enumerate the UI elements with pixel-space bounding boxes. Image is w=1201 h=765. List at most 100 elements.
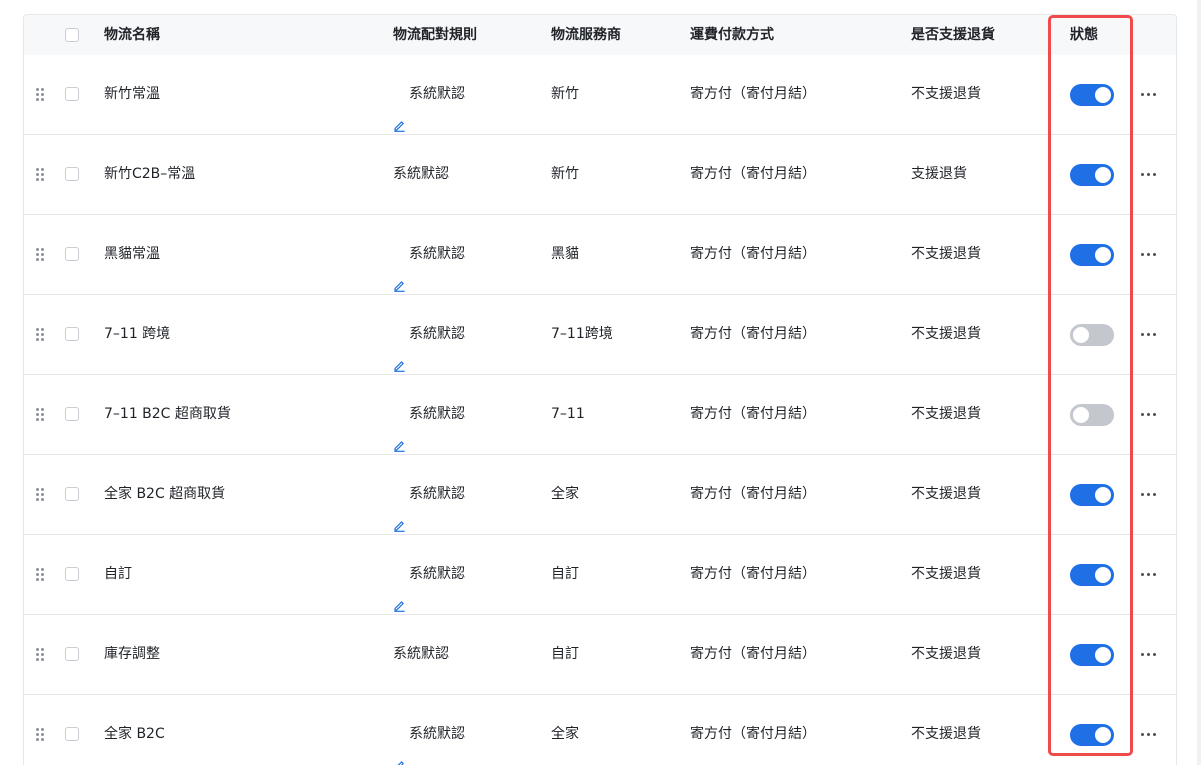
matching-rule-link[interactable]: 系統默認 (393, 695, 465, 765)
logistics-page: 物流名稱 物流配對規則 物流服務商 運費付款方式 是否支援退貨 狀態 新竹常溫系… (0, 0, 1201, 765)
column-header-payment: 運費付款方式 (690, 27, 774, 43)
drag-handle-icon[interactable] (36, 328, 46, 342)
return-support: 不支援退貨 (911, 726, 981, 742)
matching-rule-cell[interactable]: 系統默認 (393, 375, 465, 454)
matching-rule-cell[interactable]: 系統默認 (393, 295, 465, 374)
status-toggle[interactable] (1070, 324, 1114, 346)
more-horizontal-icon[interactable] (1140, 333, 1158, 337)
matching-rule-cell[interactable]: 系統默認 (393, 535, 465, 614)
more-horizontal-icon[interactable] (1140, 733, 1158, 737)
service-provider: 7–11 (551, 406, 585, 422)
table-row: 庫存調整 系統默認 自訂 寄方付（寄付月結） 不支援退貨 (24, 615, 1176, 695)
row-checkbox[interactable] (65, 727, 79, 741)
drag-handle-icon[interactable] (36, 88, 46, 102)
matching-rule-cell[interactable]: 系統默認 (393, 215, 465, 294)
drag-handle-icon[interactable] (36, 488, 46, 502)
row-checkbox[interactable] (65, 247, 79, 261)
status-toggle[interactable] (1070, 244, 1114, 266)
more-horizontal-icon[interactable] (1140, 413, 1158, 417)
more-horizontal-icon[interactable] (1140, 653, 1158, 657)
column-header-rule: 物流配對規則 (393, 27, 477, 43)
row-checkbox[interactable] (65, 407, 79, 421)
matching-rule-cell[interactable]: 系統默認 (393, 455, 465, 534)
matching-rule-label: 系統默認 (409, 246, 465, 262)
drag-handle-icon[interactable] (36, 248, 46, 262)
service-provider: 黑貓 (551, 246, 579, 262)
matching-rule-text: 系統默認 (393, 615, 449, 694)
drag-handle-icon[interactable] (36, 568, 46, 582)
toggle-knob (1095, 487, 1111, 503)
matching-rule-cell[interactable]: 系統默認 (393, 695, 465, 765)
matching-rule-link[interactable]: 系統默認 (393, 375, 465, 454)
matching-rule-label: 系統默認 (409, 486, 465, 502)
row-checkbox[interactable] (65, 87, 79, 101)
status-toggle[interactable] (1070, 404, 1114, 426)
matching-rule-link[interactable]: 系統默認 (393, 55, 465, 134)
status-toggle[interactable] (1070, 164, 1114, 186)
toggle-knob (1095, 567, 1111, 583)
payment-method: 寄方付（寄付月結） (690, 246, 816, 262)
more-horizontal-icon[interactable] (1140, 493, 1158, 497)
matching-rule-link[interactable]: 系統默認 (393, 215, 465, 294)
edit-icon[interactable] (393, 729, 406, 765)
row-checkbox[interactable] (65, 327, 79, 341)
toggle-knob (1073, 327, 1089, 343)
row-checkbox[interactable] (65, 487, 79, 501)
more-horizontal-icon[interactable] (1140, 253, 1158, 257)
service-provider: 自訂 (551, 646, 579, 662)
status-toggle[interactable] (1070, 84, 1114, 106)
matching-rule-link[interactable]: 系統默認 (393, 295, 465, 374)
edit-icon[interactable] (393, 409, 406, 452)
matching-rule-cell[interactable]: 系統默認 (393, 55, 465, 134)
edit-icon[interactable] (393, 249, 406, 292)
more-horizontal-icon[interactable] (1140, 573, 1158, 577)
service-provider: 全家 (551, 726, 579, 742)
edit-icon[interactable] (393, 489, 406, 532)
payment-method: 寄方付（寄付月結） (690, 406, 816, 422)
row-checkbox[interactable] (65, 167, 79, 181)
matching-rule-label: 系統默認 (409, 86, 465, 102)
payment-method: 寄方付（寄付月結） (690, 566, 816, 582)
matching-rule-text: 系統默認 (393, 135, 449, 214)
service-provider: 全家 (551, 486, 579, 502)
toggle-knob (1073, 407, 1089, 423)
toggle-knob (1095, 727, 1111, 743)
drag-handle-icon[interactable] (36, 728, 46, 742)
edit-icon[interactable] (393, 329, 406, 372)
return-support: 不支援退貨 (911, 86, 981, 102)
return-support: 不支援退貨 (911, 486, 981, 502)
matching-rule-label: 系統默認 (409, 326, 465, 342)
more-horizontal-icon[interactable] (1140, 93, 1158, 97)
more-horizontal-icon[interactable] (1140, 173, 1158, 177)
matching-rule-link[interactable]: 系統默認 (393, 455, 465, 534)
row-checkbox[interactable] (65, 567, 79, 581)
drag-handle-icon[interactable] (36, 648, 46, 662)
logistics-name: 自訂 (104, 566, 132, 582)
logistics-name: 新竹常溫 (104, 86, 160, 102)
status-toggle[interactable] (1070, 564, 1114, 586)
drag-handle-icon[interactable] (36, 408, 46, 422)
edit-icon[interactable] (393, 569, 406, 612)
matching-rule-label: 系統默認 (409, 406, 465, 422)
status-toggle[interactable] (1070, 644, 1114, 666)
edit-icon[interactable] (393, 89, 406, 132)
matching-rule-link[interactable]: 系統默認 (393, 535, 465, 614)
table-row: 自訂 系統默認 自訂 寄方付（寄付月結） 不支援退貨 (24, 535, 1176, 615)
table-row: 全家 B2C 系統默認 全家 寄方付（寄付月結） 不支援退貨 (24, 695, 1176, 765)
status-toggle[interactable] (1070, 724, 1114, 746)
payment-method: 寄方付（寄付月結） (690, 726, 816, 742)
logistics-name: 7–11 跨境 (104, 326, 171, 342)
return-support: 不支援退貨 (911, 566, 981, 582)
select-all-checkbox[interactable] (65, 28, 79, 42)
toggle-knob (1095, 247, 1111, 263)
logistics-table: 物流名稱 物流配對規則 物流服務商 運費付款方式 是否支援退貨 狀態 新竹常溫系… (23, 14, 1177, 765)
payment-method: 寄方付（寄付月結） (690, 646, 816, 662)
table-row: 全家 B2C 超商取貨 系統默認 全家 寄方付（寄付月結） 不支援退貨 (24, 455, 1176, 535)
table-row: 黑貓常溫 系統默認 黑貓 寄方付（寄付月結） 不支援退貨 (24, 215, 1176, 295)
column-header-status: 狀態 (1070, 27, 1098, 43)
payment-method: 寄方付（寄付月結） (690, 166, 816, 182)
payment-method: 寄方付（寄付月結） (690, 326, 816, 342)
drag-handle-icon[interactable] (36, 168, 46, 182)
row-checkbox[interactable] (65, 647, 79, 661)
status-toggle[interactable] (1070, 484, 1114, 506)
